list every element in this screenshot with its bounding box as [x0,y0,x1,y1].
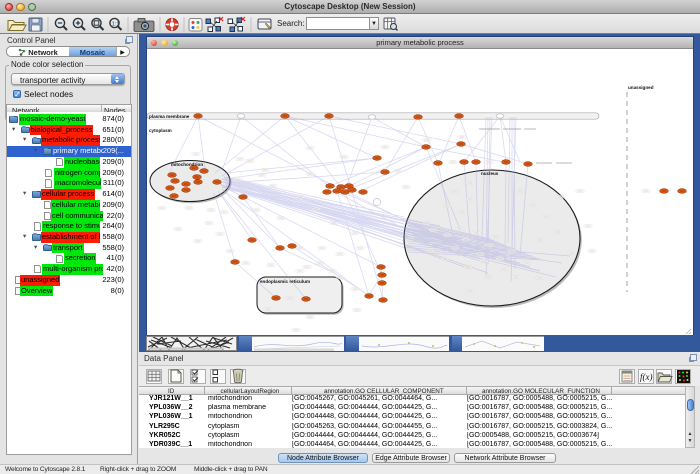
svg-text:mitochondrion: mitochondrion [171,162,203,167]
svg-text:1:1: 1:1 [112,21,120,27]
svg-text:cytoplasm: cytoplasm [149,128,172,133]
svg-text:plasma membrane: plasma membrane [149,114,190,119]
svg-text:endoplasmic reticulum: endoplasmic reticulum [260,279,310,284]
svg-text:unassigned: unassigned [628,85,654,90]
svg-text:f(x): f(x) [640,372,653,382]
svg-text:nucleus: nucleus [481,171,499,176]
